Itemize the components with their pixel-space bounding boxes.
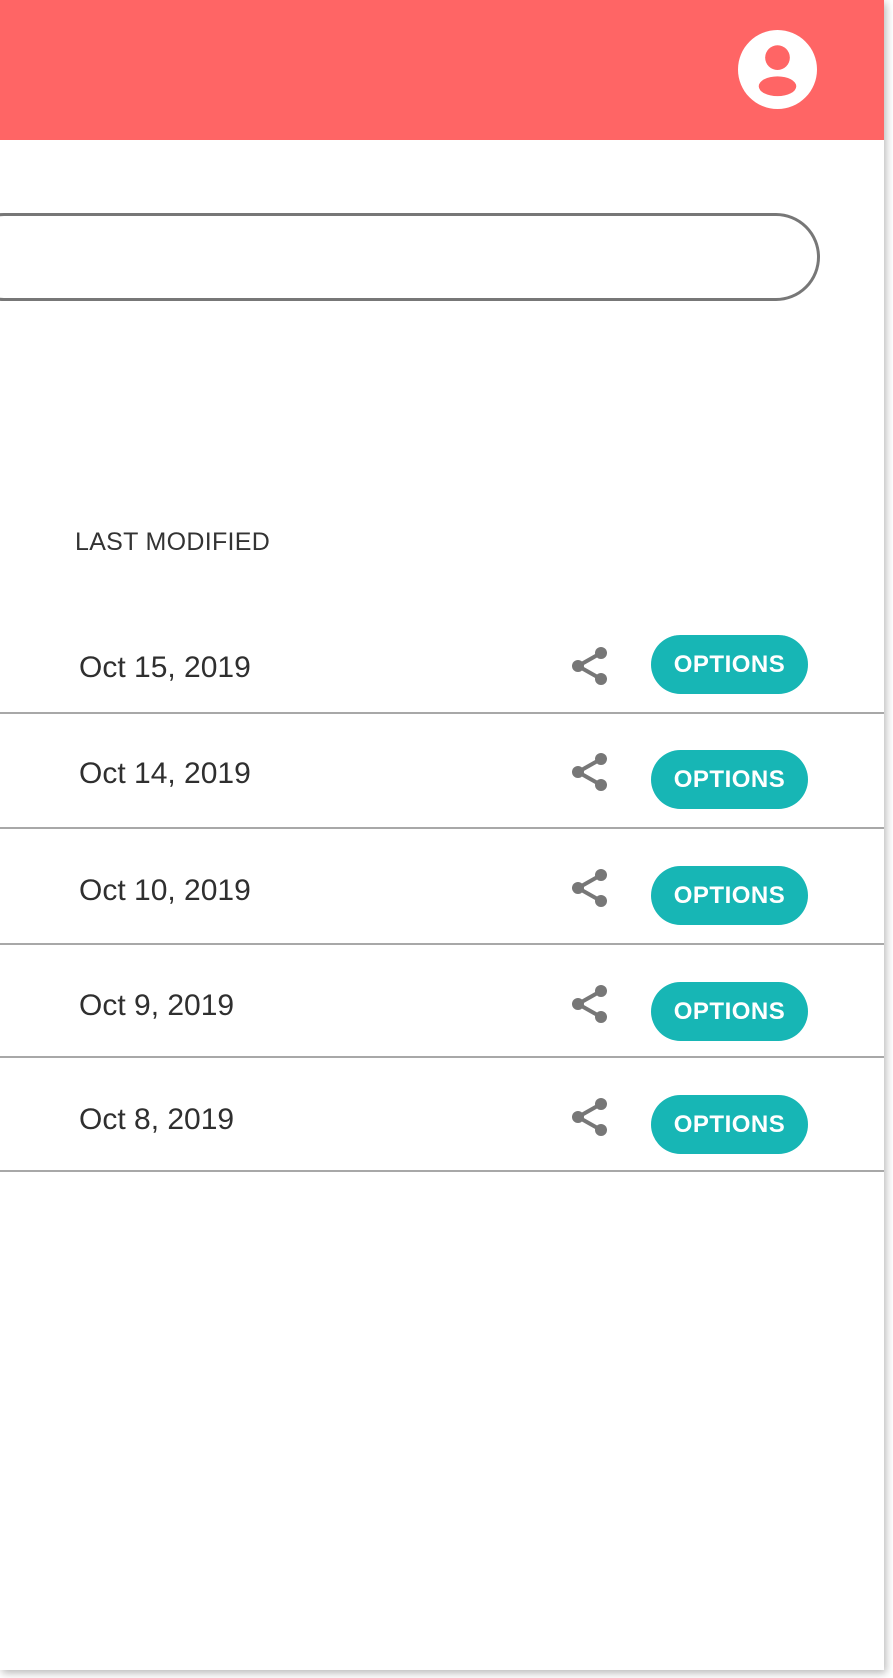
search-input[interactable] [23,216,767,300]
row-date: Oct 8, 2019 [79,1103,235,1136]
options-button[interactable]: OPTIONS [651,982,808,1041]
share-icon[interactable] [570,751,610,793]
user-avatar-icon[interactable] [738,30,817,109]
table-row: Oct 10, 2019 OPTIONS [0,829,884,945]
search-field[interactable] [0,213,820,301]
row-date: Oct 14, 2019 [79,757,251,790]
share-icon[interactable] [570,983,610,1025]
table-row: Oct 14, 2019 OPTIONS [0,714,884,829]
table-row: Oct 9, 2019 OPTIONS [0,945,884,1058]
options-button[interactable]: OPTIONS [651,866,808,925]
app-window: LAST MODIFIED Oct 15, 2019 OPTIONS Oct 1… [0,0,884,1670]
share-icon[interactable] [570,1096,610,1138]
table-row: Oct 8, 2019 OPTIONS [0,1058,884,1172]
options-button[interactable]: OPTIONS [651,1095,808,1154]
top-header-bar [0,0,884,140]
row-date: Oct 15, 2019 [79,651,251,684]
options-button[interactable]: OPTIONS [651,750,808,809]
table-row: Oct 15, 2019 OPTIONS [0,620,884,714]
share-icon[interactable] [570,867,610,909]
column-header-last-modified: LAST MODIFIED [75,528,271,556]
options-button[interactable]: OPTIONS [651,635,808,694]
share-icon[interactable] [570,645,610,687]
row-date: Oct 9, 2019 [79,989,235,1022]
row-date: Oct 10, 2019 [79,874,251,907]
